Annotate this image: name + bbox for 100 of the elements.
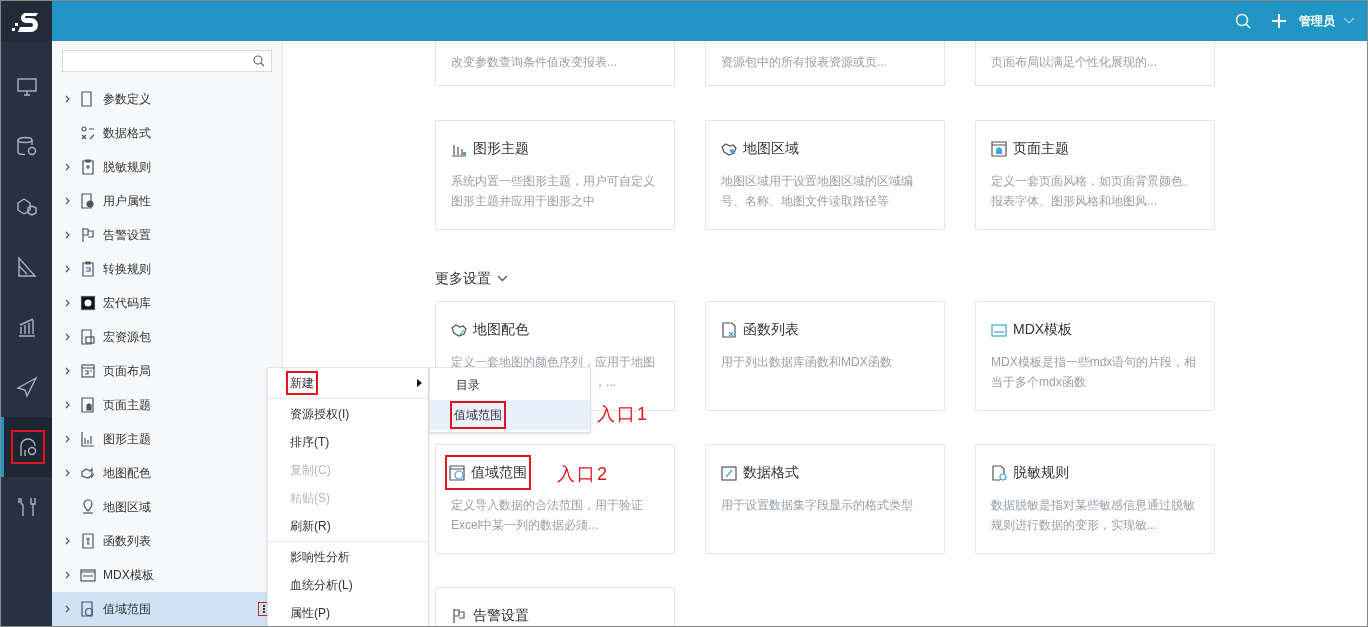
chevron-right-icon[interactable] [65,401,70,409]
layout-icon [80,363,96,379]
tree-item[interactable]: 数据格式 [52,116,282,150]
flag-icon [80,227,96,243]
card[interactable]: 脱敏规则 数据脱敏是指对某些敏感信息通过脱敏 规则进行数据的变形，实现敏... [975,444,1215,554]
card-description: 页面布局以满足个性化展现的... [991,55,1157,69]
card-description: 报表字体、图形风格和地图风... [991,193,1157,210]
card-description: ，... [594,374,616,391]
card-description: 系统内置一些图形主题，用户可自定义 [451,173,655,190]
tree-item-label: 转换规则 [103,261,151,278]
tree-item-label: MDX模板 [103,567,154,584]
card-title: 地图区域 [743,139,799,158]
tree-item-label: 页面主题 [103,397,151,414]
tree-item-label: 宏代码库 [103,295,151,312]
section-heading: 更多设置 [435,269,491,288]
tree-item-label: 地图配色 [103,465,151,482]
card[interactable]: 页面主题 定义一套页面风格，如页面背景颜色、 报表字体、图形风格和地图风... [975,120,1215,230]
tree-item-label: 值域范围 [103,601,151,618]
tree-item-label: 宏资源包 [103,329,151,346]
card-description: 规则进行数据的变形，实现敏... [991,517,1157,534]
mdx-icon [991,321,1007,338]
record-icon [80,295,96,311]
card-description: 用于列出数据库函数和MDX函数 [721,354,892,371]
tree-item-label: 参数定义 [103,91,151,108]
annotation-label: 入口2 [557,463,609,486]
user-document-icon [80,193,96,209]
card[interactable]: 图形主题 系统内置一些图形主题，用户可自定义 图形主题并应用于图形之中 [435,120,675,230]
search-icon [253,55,265,67]
card-title: 值域范围 [471,463,527,482]
chevron-right-icon[interactable] [65,265,70,273]
card-title: 函数列表 [743,320,799,339]
chevron-right-icon[interactable] [65,163,70,171]
database-gear-icon [15,136,38,158]
plus-icon[interactable] [1271,13,1287,29]
tree-item[interactable]: 参数定义 [52,82,282,116]
chevron-right-icon[interactable] [65,231,70,239]
card-title: 告警设置 [473,606,529,625]
flag-icon [451,607,467,624]
tree-item-label: 脱敏规则 [103,159,151,176]
paper-plane-icon [15,376,38,398]
tree-item-label: 地图区域 [103,499,151,516]
chevron-right-icon[interactable] [65,435,70,443]
chevron-down-icon[interactable] [497,275,508,282]
card-title: 数据格式 [743,463,799,482]
clipboard-icon [80,261,96,277]
card-description: MDX模板是指一些mdx语句的片段，相 [991,354,1197,371]
tree-item[interactable]: 脱敏规则 [52,150,282,184]
tree-item[interactable]: 用户属性 [52,184,282,218]
tree-item-label: 用户属性 [103,193,151,210]
timer-document-icon [449,464,465,481]
shirt-document-icon [80,397,96,413]
clipboard-icon [80,159,96,175]
chevron-right-icon[interactable] [65,571,70,579]
menu-item[interactable]: 值域范围 [430,400,590,430]
chevron-right-icon[interactable] [65,333,70,341]
card-description: 用于设置数据集字段显示的格式类型 [721,497,913,514]
tree-item[interactable]: 转换规则 [52,252,282,286]
card-description: 资源包中的所有报表资源或页... [721,55,887,69]
card-title: 地图配色 [473,320,529,339]
bar-chart-icon [80,431,96,447]
tree-item-label: 页面布局 [103,363,151,380]
mdx-icon [80,567,96,583]
card-title: 图形主题 [473,139,529,158]
card-description: 当于多个mdx函数 [991,374,1086,391]
card-description: Excel中某一列的数据必须... [451,517,599,534]
shirt-document-icon [991,140,1007,157]
card[interactable]: 函数列表 用于列出数据库函数和MDX函数 [705,301,945,411]
ruler-triangle-icon [15,256,38,278]
card-description: 定义一套地图的颜色序列，应用于地图 [451,354,655,371]
chevron-right-icon[interactable] [65,299,70,307]
monitor-icon [15,76,38,98]
card-description: 图形主题并应用于图形之中 [451,193,595,210]
tree-item[interactable]: 宏资源包 [52,320,282,354]
caret-right-icon [417,379,422,387]
chevron-right-icon[interactable] [65,469,70,477]
search-field[interactable] [62,50,272,72]
card-title: MDX模板 [1013,320,1073,339]
chevron-right-icon[interactable] [65,537,70,545]
card[interactable]: MDX模板 MDX模板是指一些mdx语句的片段，相 当于多个mdx函数 [975,301,1215,411]
tree-item-label: 数据格式 [103,125,151,142]
chevron-right-icon[interactable] [65,605,70,613]
tree-item-label: 图形主题 [103,431,151,448]
tree-item[interactable]: 告警设置 [52,218,282,252]
card[interactable]: 地图区域 地图区域用于设置地图区域的区域编 号、名称、地图文件读取路径等 [705,120,945,230]
tree-item-label: 函数列表 [103,533,151,550]
card[interactable]: 告警设置 [435,587,675,626]
card-description: 定义导入数据的合法范围，用于验证 [451,497,643,514]
card[interactable]: 数据格式 用于设置数据集字段显示的格式类型 [705,444,945,554]
card-description: 地图区域用于设置地图区域的区域编 [721,173,913,190]
card-title: 页面主题 [1013,139,1069,158]
search-icon[interactable] [1235,13,1251,29]
card-description: 号、名称、地图文件读取路径等 [721,193,889,210]
tree-item-label: 告警设置 [103,227,151,244]
chevron-right-icon[interactable] [65,95,70,103]
chevron-right-icon[interactable] [65,197,70,205]
chevron-right-icon[interactable] [65,367,70,375]
card-description: 定义一套页面风格，如页面背景颜色、 [991,173,1195,190]
card-title: 脱敏规则 [1013,463,1069,482]
card-description: 改变参数查询条件值改变报表... [451,55,617,69]
tree-item[interactable]: 宏代码库 [52,286,282,320]
